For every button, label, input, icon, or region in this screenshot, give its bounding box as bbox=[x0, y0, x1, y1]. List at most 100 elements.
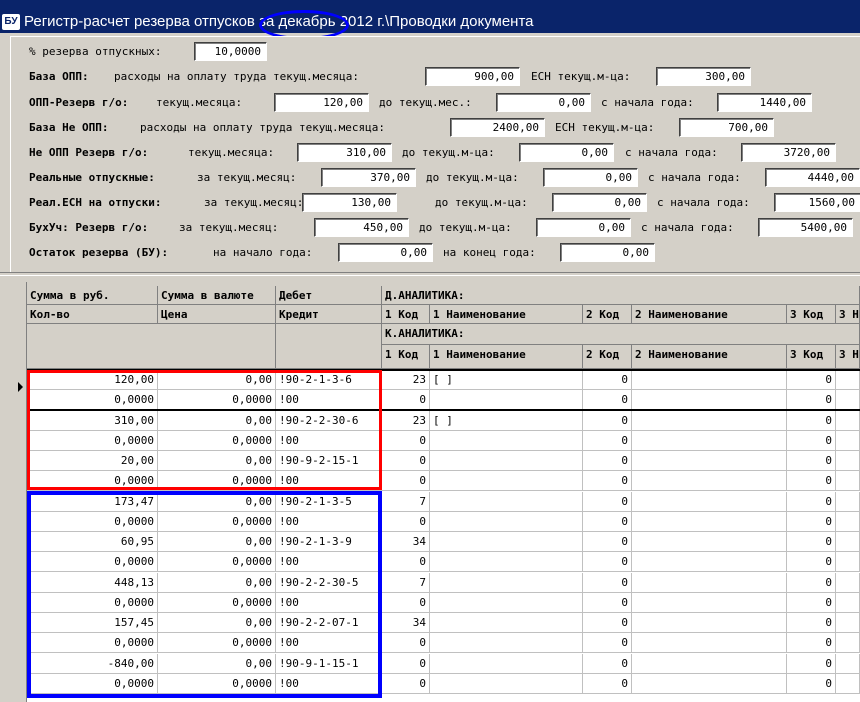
cell-name1[interactable] bbox=[430, 613, 583, 633]
real-esn-v2[interactable]: 0,00 bbox=[552, 193, 647, 212]
cell-name3[interactable] bbox=[836, 532, 860, 552]
cell-code2[interactable]: 0 bbox=[583, 613, 632, 633]
cell-name1[interactable] bbox=[430, 552, 583, 573]
cell-code1[interactable]: 0 bbox=[382, 451, 430, 471]
cell-name2[interactable] bbox=[632, 451, 787, 471]
cell-code3[interactable]: 0 bbox=[787, 370, 836, 390]
cell-name1[interactable] bbox=[430, 633, 583, 654]
app-icon[interactable]: БУ bbox=[2, 14, 20, 30]
cell-name1[interactable] bbox=[430, 471, 583, 492]
cell-name3[interactable] bbox=[836, 653, 860, 674]
cell-code2[interactable]: 0 bbox=[583, 572, 632, 593]
cell-name2[interactable] bbox=[632, 613, 787, 633]
opp-reserve-v2[interactable]: 0,00 bbox=[496, 93, 591, 112]
cell-code2[interactable]: 0 bbox=[583, 511, 632, 532]
cell-code2[interactable]: 0 bbox=[583, 653, 632, 674]
cell-name1[interactable] bbox=[430, 673, 583, 694]
cell-name3[interactable] bbox=[836, 592, 860, 613]
cell-code3[interactable]: 0 bbox=[787, 653, 836, 674]
cell-name2[interactable] bbox=[632, 491, 787, 512]
k-code3[interactable]: 3 Код bbox=[787, 345, 836, 369]
cell-name2[interactable] bbox=[632, 653, 787, 674]
cell-code1[interactable]: 7 bbox=[382, 491, 430, 512]
cell-code2[interactable]: 0 bbox=[583, 451, 632, 471]
cell-code1[interactable]: 0 bbox=[382, 390, 430, 411]
cell-code3[interactable]: 0 bbox=[787, 511, 836, 532]
cell-code3[interactable]: 0 bbox=[787, 471, 836, 492]
splitter[interactable] bbox=[0, 272, 860, 276]
ne-opp-reserve-v3[interactable]: 3720,00 bbox=[741, 143, 836, 162]
cell-name3[interactable] bbox=[836, 430, 860, 451]
cell-code2[interactable]: 0 bbox=[583, 532, 632, 552]
cell-name1[interactable] bbox=[430, 390, 583, 411]
cell-code1[interactable]: 7 bbox=[382, 572, 430, 593]
buh-reserve-v1[interactable]: 450,00 bbox=[314, 218, 409, 237]
cell-name3[interactable] bbox=[836, 613, 860, 633]
base-ne-opp-esn-field[interactable]: 700,00 bbox=[679, 118, 774, 137]
cell-code3[interactable]: 0 bbox=[787, 552, 836, 573]
cell-name2[interactable] bbox=[632, 370, 787, 390]
cell-name2[interactable] bbox=[632, 410, 787, 431]
col-debit[interactable]: Дебет bbox=[276, 286, 382, 305]
cell-code1[interactable]: 0 bbox=[382, 653, 430, 674]
cell-code2[interactable]: 0 bbox=[583, 471, 632, 492]
d-code2[interactable]: 2 Код bbox=[583, 305, 632, 324]
col-credit[interactable]: Кредит bbox=[276, 305, 382, 324]
cell-name1[interactable] bbox=[430, 653, 583, 674]
real-vac-v1[interactable]: 370,00 bbox=[321, 168, 416, 187]
real-esn-v1[interactable]: 130,00 bbox=[302, 193, 397, 212]
base-opp-esn-field[interactable]: 300,00 bbox=[656, 67, 751, 86]
d-code3[interactable]: 3 Код bbox=[787, 305, 836, 324]
cell-code2[interactable]: 0 bbox=[583, 552, 632, 573]
d-name1[interactable]: 1 Наименование bbox=[430, 305, 583, 324]
cell-name2[interactable] bbox=[632, 471, 787, 492]
cell-code1[interactable]: 0 bbox=[382, 471, 430, 492]
col-sum-cur[interactable]: Сумма в валюте bbox=[158, 286, 276, 305]
col-sum-rub[interactable]: Сумма в руб. bbox=[27, 286, 158, 305]
cell-name2[interactable] bbox=[632, 572, 787, 593]
opp-reserve-v3[interactable]: 1440,00 bbox=[717, 93, 812, 112]
cell-name2[interactable] bbox=[632, 673, 787, 694]
cell-name3[interactable] bbox=[836, 370, 860, 390]
k-name3[interactable]: 3 Н bbox=[836, 345, 860, 369]
cell-code2[interactable]: 0 bbox=[583, 633, 632, 654]
col-qty[interactable]: Кол-во bbox=[27, 305, 158, 324]
cell-name3[interactable] bbox=[836, 471, 860, 492]
d-code1[interactable]: 1 Код bbox=[382, 305, 430, 324]
cell-code3[interactable]: 0 bbox=[787, 430, 836, 451]
real-vac-v3[interactable]: 4440,00 bbox=[765, 168, 860, 187]
cell-code3[interactable]: 0 bbox=[787, 592, 836, 613]
cell-code3[interactable]: 0 bbox=[787, 451, 836, 471]
cell-code1[interactable]: 34 bbox=[382, 532, 430, 552]
cell-code1[interactable]: 23 bbox=[382, 410, 430, 431]
cell-code3[interactable]: 0 bbox=[787, 390, 836, 411]
cell-name3[interactable] bbox=[836, 410, 860, 431]
cell-code3[interactable]: 0 bbox=[787, 633, 836, 654]
ne-opp-reserve-v2[interactable]: 0,00 bbox=[519, 143, 614, 162]
cell-name1[interactable]: [ ] bbox=[430, 410, 583, 431]
cell-name2[interactable] bbox=[632, 532, 787, 552]
cell-name2[interactable] bbox=[632, 592, 787, 613]
cell-name1[interactable] bbox=[430, 592, 583, 613]
cell-code2[interactable]: 0 bbox=[583, 370, 632, 390]
cell-code1[interactable]: 0 bbox=[382, 430, 430, 451]
cell-name2[interactable] bbox=[632, 552, 787, 573]
cell-code1[interactable]: 23 bbox=[382, 370, 430, 390]
k-code2[interactable]: 2 Код bbox=[583, 345, 632, 369]
buh-reserve-v3[interactable]: 5400,00 bbox=[758, 218, 853, 237]
cell-code3[interactable]: 0 bbox=[787, 613, 836, 633]
cell-code1[interactable]: 0 bbox=[382, 511, 430, 532]
balance-v1[interactable]: 0,00 bbox=[338, 243, 433, 262]
cell-name1[interactable] bbox=[430, 430, 583, 451]
cell-name1[interactable] bbox=[430, 511, 583, 532]
cell-name1[interactable] bbox=[430, 491, 583, 512]
cell-name2[interactable] bbox=[632, 633, 787, 654]
cell-name1[interactable] bbox=[430, 532, 583, 552]
cell-code3[interactable]: 0 bbox=[787, 673, 836, 694]
balance-v2[interactable]: 0,00 bbox=[560, 243, 655, 262]
cell-name3[interactable] bbox=[836, 552, 860, 573]
real-vac-v2[interactable]: 0,00 bbox=[543, 168, 638, 187]
cell-code1[interactable]: 0 bbox=[382, 633, 430, 654]
d-name2[interactable]: 2 Наименование bbox=[632, 305, 787, 324]
cell-code3[interactable]: 0 bbox=[787, 532, 836, 552]
